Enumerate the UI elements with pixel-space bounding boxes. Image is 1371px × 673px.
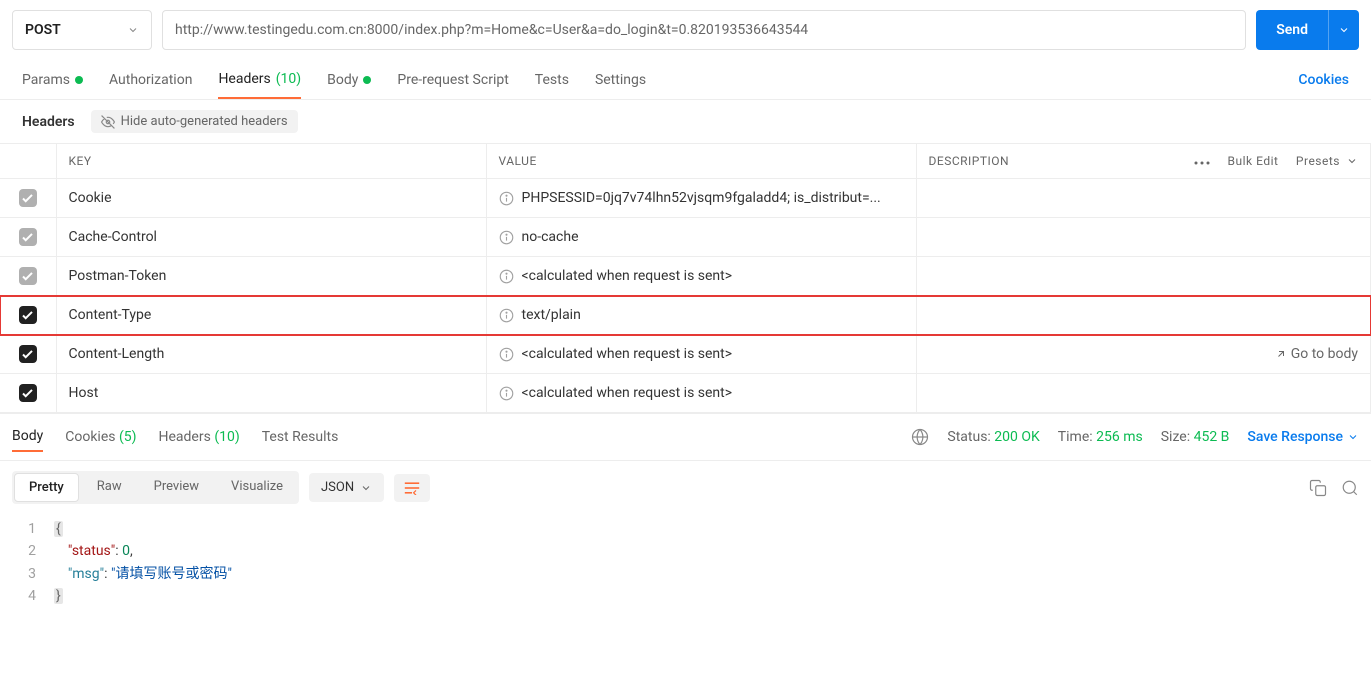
tab-prerequest[interactable]: Pre-request Script bbox=[397, 62, 508, 98]
json-key-status: "status" bbox=[68, 543, 115, 559]
header-description[interactable] bbox=[916, 218, 1371, 257]
header-value[interactable]: <calculated when request is sent> bbox=[486, 374, 916, 413]
chevron-down-icon bbox=[127, 24, 139, 36]
view-mode-pills: Pretty Raw Preview Visualize bbox=[12, 471, 299, 504]
http-method-select[interactable]: POST bbox=[12, 10, 152, 50]
table-row[interactable]: Content-Typetext/plain bbox=[0, 296, 1371, 335]
request-tabs: Params Authorization Headers (10) Body P… bbox=[0, 60, 1371, 100]
search-icon[interactable] bbox=[1341, 479, 1359, 497]
header-value[interactable]: PHPSESSID=0jq7v74lhn52vjsqm9fgaladd4; is… bbox=[486, 179, 916, 218]
response-size: Size: 452 B bbox=[1161, 429, 1230, 445]
checkbox[interactable] bbox=[19, 189, 37, 207]
send-button-dropdown[interactable] bbox=[1329, 10, 1359, 50]
wrap-icon bbox=[404, 481, 420, 495]
tab-authorization[interactable]: Authorization bbox=[109, 62, 192, 98]
status-dot-icon bbox=[75, 76, 83, 84]
cookies-link[interactable]: Cookies bbox=[1298, 72, 1349, 88]
info-icon bbox=[499, 308, 514, 323]
headers-table: KEY VALUE DESCRIPTION Bulk Edit Presets … bbox=[0, 143, 1371, 413]
view-preview[interactable]: Preview bbox=[138, 471, 215, 504]
view-visualize[interactable]: Visualize bbox=[215, 471, 299, 504]
send-button-label: Send bbox=[1256, 10, 1329, 50]
view-raw[interactable]: Raw bbox=[81, 471, 138, 504]
view-pretty[interactable]: Pretty bbox=[14, 473, 79, 502]
tab-settings[interactable]: Settings bbox=[595, 62, 646, 98]
wrap-lines-button[interactable] bbox=[394, 474, 430, 502]
header-key[interactable]: Cache-Control bbox=[56, 218, 486, 257]
status-dot-icon bbox=[363, 76, 371, 84]
tab-body[interactable]: Body bbox=[327, 62, 371, 98]
info-icon bbox=[499, 191, 514, 206]
language-select[interactable]: JSON bbox=[309, 473, 384, 502]
header-description[interactable] bbox=[916, 179, 1371, 218]
header-key[interactable]: Content-Type bbox=[56, 296, 486, 335]
response-body: 1{ 2 "status": 0, 3 "msg": "请填写账号或密码" 4} bbox=[0, 514, 1371, 628]
response-tab-cookies[interactable]: Cookies (5) bbox=[65, 423, 136, 451]
table-row[interactable]: Content-Length<calculated when request i… bbox=[0, 335, 1371, 374]
tab-tests[interactable]: Tests bbox=[535, 62, 569, 98]
json-key-msg: "msg" bbox=[68, 566, 104, 582]
header-key[interactable]: Host bbox=[56, 374, 486, 413]
header-description[interactable] bbox=[916, 257, 1371, 296]
chevron-down-icon bbox=[360, 482, 372, 494]
col-value: VALUE bbox=[486, 144, 916, 179]
header-description[interactable] bbox=[916, 296, 1371, 335]
header-value[interactable]: no-cache bbox=[486, 218, 916, 257]
json-val-msg: "请填写账号或密码" bbox=[111, 566, 232, 582]
header-value[interactable]: <calculated when request is sent> bbox=[486, 257, 916, 296]
checkbox[interactable] bbox=[19, 345, 37, 363]
info-icon bbox=[499, 386, 514, 401]
table-row[interactable]: CookiePHPSESSID=0jq7v74lhn52vjsqm9fgalad… bbox=[0, 179, 1371, 218]
response-tab-tests[interactable]: Test Results bbox=[262, 423, 339, 451]
headers-toolbar: Headers Hide auto-generated headers bbox=[0, 100, 1371, 143]
info-icon bbox=[499, 230, 514, 245]
info-icon bbox=[499, 347, 514, 362]
json-val-status: 0 bbox=[122, 543, 130, 559]
response-tabs: Body Cookies (5) Headers (10) Test Resul… bbox=[0, 413, 1371, 461]
response-tab-body[interactable]: Body bbox=[12, 422, 43, 452]
table-row[interactable]: Host<calculated when request is sent> bbox=[0, 374, 1371, 413]
response-time: Time: 256 ms bbox=[1058, 429, 1143, 445]
eye-off-icon bbox=[101, 115, 115, 129]
checkbox[interactable] bbox=[19, 384, 37, 402]
save-response-button[interactable]: Save Response bbox=[1247, 429, 1359, 445]
header-value[interactable]: <calculated when request is sent> bbox=[486, 335, 916, 374]
headers-title: Headers bbox=[22, 114, 75, 130]
header-description[interactable]: Go to body bbox=[916, 335, 1371, 374]
header-value[interactable]: text/plain bbox=[486, 296, 916, 335]
request-bar: POST http://www.testingedu.com.cn:8000/i… bbox=[0, 0, 1371, 60]
http-method-value: POST bbox=[25, 22, 61, 38]
bulk-edit-button[interactable]: Bulk Edit bbox=[1228, 154, 1279, 168]
response-status: Status: 200 OK bbox=[947, 429, 1039, 445]
header-description[interactable] bbox=[916, 374, 1371, 413]
go-to-body-link[interactable]: Go to body bbox=[1275, 346, 1358, 362]
more-options-button[interactable] bbox=[1194, 161, 1210, 165]
header-key[interactable]: Postman-Token bbox=[56, 257, 486, 296]
header-key[interactable]: Cookie bbox=[56, 179, 486, 218]
response-view-bar: Pretty Raw Preview Visualize JSON bbox=[0, 461, 1371, 514]
send-button[interactable]: Send bbox=[1256, 10, 1359, 50]
copy-icon[interactable] bbox=[1309, 479, 1327, 497]
response-tab-headers[interactable]: Headers (10) bbox=[159, 423, 240, 451]
presets-dropdown[interactable]: Presets bbox=[1296, 154, 1358, 168]
checkbox[interactable] bbox=[19, 267, 37, 285]
checkbox[interactable] bbox=[19, 306, 37, 324]
col-key: KEY bbox=[56, 144, 486, 179]
table-row[interactable]: Cache-Controlno-cache bbox=[0, 218, 1371, 257]
table-row[interactable]: Postman-Token<calculated when request is… bbox=[0, 257, 1371, 296]
url-text: http://www.testingedu.com.cn:8000/index.… bbox=[175, 22, 808, 38]
tab-headers[interactable]: Headers (10) bbox=[218, 61, 301, 99]
hide-autogenerated-button[interactable]: Hide auto-generated headers bbox=[91, 110, 298, 133]
url-input[interactable]: http://www.testingedu.com.cn:8000/index.… bbox=[162, 10, 1246, 50]
checkbox[interactable] bbox=[19, 228, 37, 246]
info-icon bbox=[499, 269, 514, 284]
tab-params[interactable]: Params bbox=[22, 62, 83, 98]
header-key[interactable]: Content-Length bbox=[56, 335, 486, 374]
globe-icon[interactable] bbox=[911, 428, 929, 446]
col-description: DESCRIPTION Bulk Edit Presets bbox=[916, 144, 1371, 179]
